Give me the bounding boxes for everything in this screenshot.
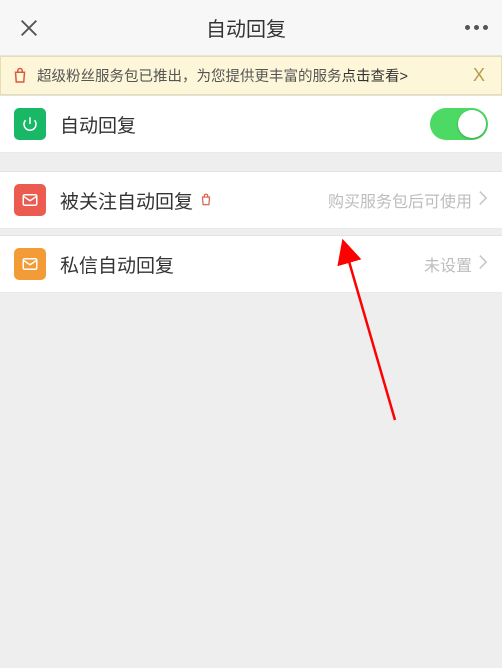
- banner-link[interactable]: 点击查看>: [342, 69, 408, 85]
- dot-icon: [474, 25, 479, 30]
- toggle-label: 自动回复: [60, 111, 136, 138]
- row-hint: 未设置: [424, 252, 472, 276]
- page-title: 自动回复: [44, 13, 448, 42]
- app-root: 自动回复 超级粉丝服务包已推出，为您提供更丰富的服务点击查看> X 自动回复: [0, 0, 502, 668]
- banner-text: 超级粉丝服务包已推出，为您提供更丰富的服务点击查看>: [37, 65, 461, 86]
- chevron-right-icon: [478, 254, 488, 275]
- dm-auto-reply-row[interactable]: 私信自动回复 未设置: [0, 235, 502, 293]
- row-label: 私信自动回复: [60, 251, 174, 278]
- follow-auto-reply-row[interactable]: 被关注自动回复 购买服务包后可使用: [0, 171, 502, 229]
- dot-icon: [483, 25, 488, 30]
- promo-banner[interactable]: 超级粉丝服务包已推出，为您提供更丰富的服务点击查看> X: [0, 56, 502, 95]
- shopping-bag-icon: [11, 67, 29, 85]
- close-icon: [18, 17, 40, 39]
- power-icon: [14, 108, 46, 140]
- premium-bag-icon: [199, 193, 213, 207]
- close-button[interactable]: [14, 13, 44, 43]
- row-label: 被关注自动回复: [60, 187, 193, 214]
- row-hint: 购买服务包后可使用: [328, 188, 472, 212]
- banner-message: 超级粉丝服务包已推出，为您提供更丰富的服务: [37, 69, 342, 85]
- toggle-knob: [458, 110, 486, 138]
- dot-icon: [465, 25, 470, 30]
- banner-close-button[interactable]: X: [467, 65, 491, 86]
- chevron-right-icon: [478, 190, 488, 211]
- auto-reply-toggle[interactable]: [430, 108, 488, 140]
- mail-icon: [14, 184, 46, 216]
- header-bar: 自动回复: [0, 0, 502, 56]
- auto-reply-toggle-row: 自动回复: [0, 95, 502, 153]
- more-button[interactable]: [448, 25, 488, 30]
- mail-icon: [14, 248, 46, 280]
